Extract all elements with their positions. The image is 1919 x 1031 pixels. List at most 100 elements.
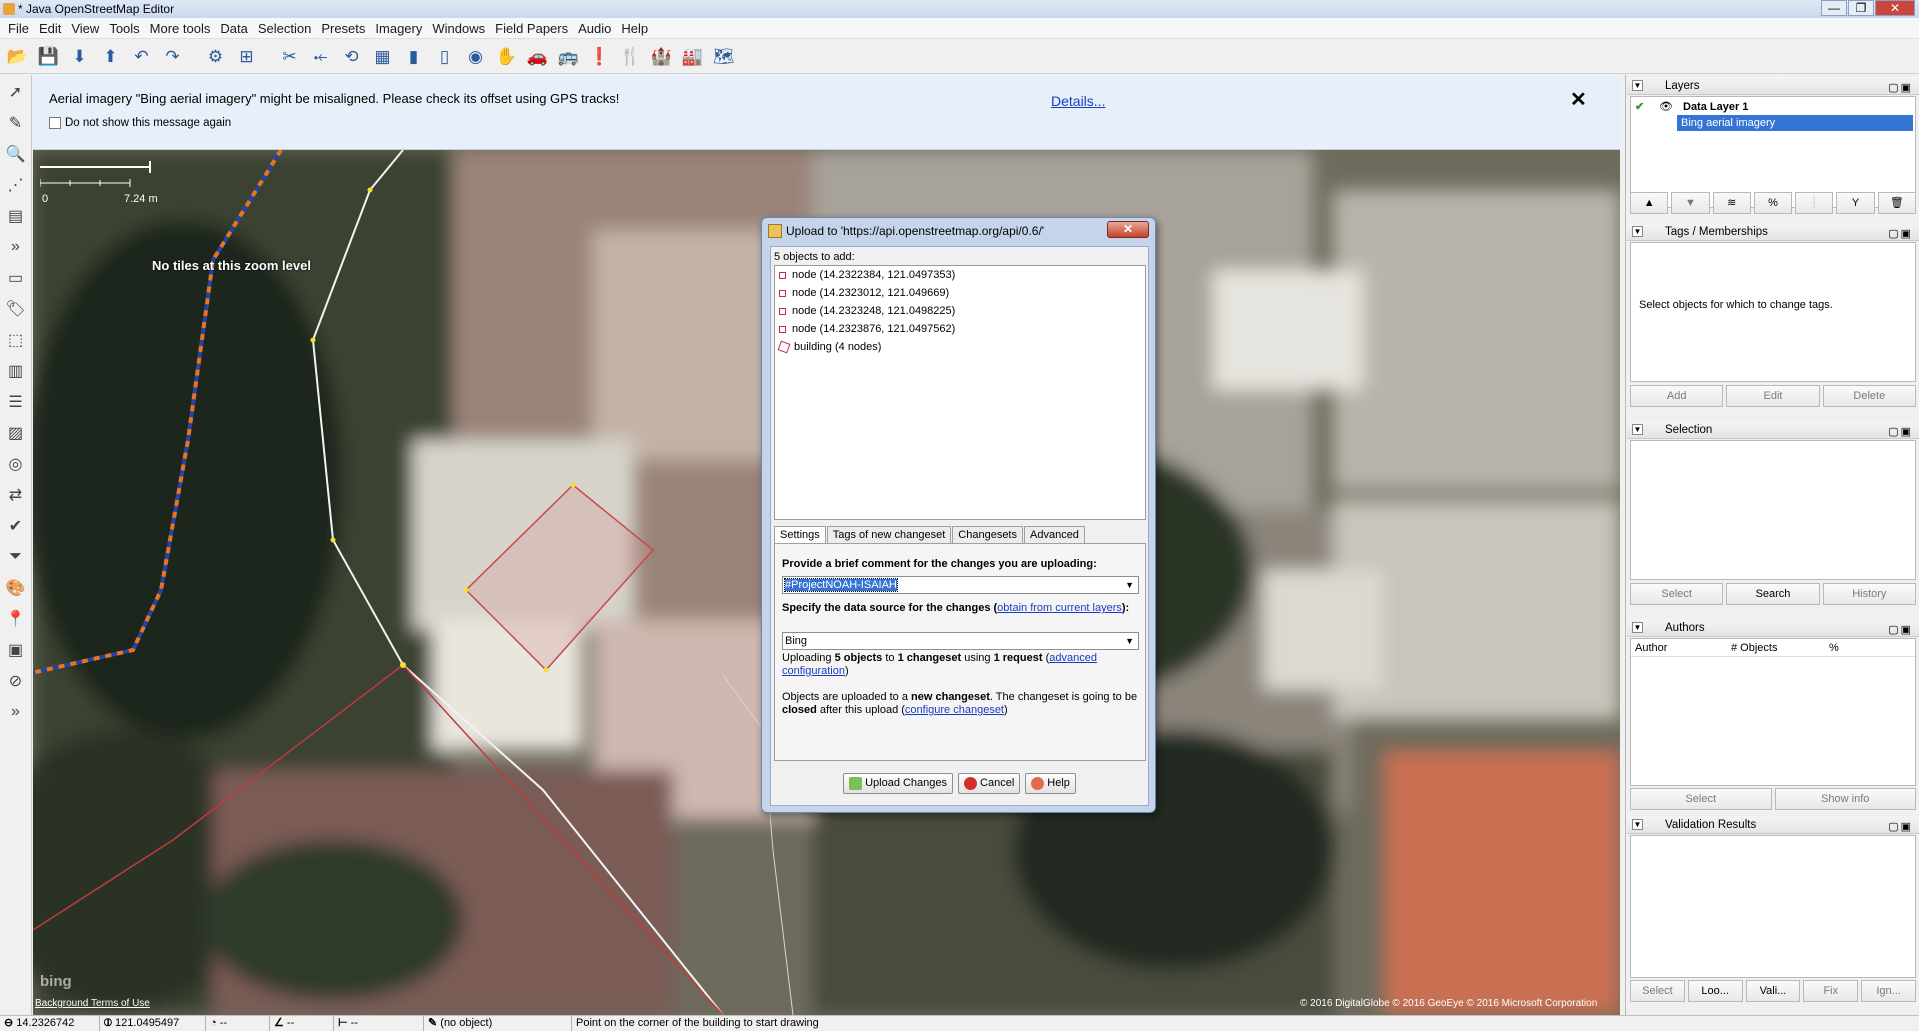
list-item[interactable]: node (14.2323248, 121.0498225) xyxy=(775,302,1145,320)
toggle-map-style-icon[interactable]: 🎨 xyxy=(3,575,29,601)
reverse-way-icon[interactable]: ⟲ xyxy=(338,43,365,70)
hand-icon[interactable]: ✋ xyxy=(493,43,520,70)
castle-icon[interactable]: 🏰 xyxy=(648,43,675,70)
minimize-button[interactable]: — xyxy=(1821,0,1847,16)
download-icon[interactable]: ⬇ xyxy=(66,43,93,70)
save-icon[interactable]: 💾 xyxy=(35,43,62,70)
panel-controls-icon[interactable]: ▢▣ xyxy=(1888,621,1913,639)
source-value[interactable]: Bing xyxy=(785,635,807,647)
merge-layer-button[interactable]: ≋ xyxy=(1712,192,1751,214)
menu-edit[interactable]: Edit xyxy=(34,21,66,36)
comment-value[interactable]: #ProjectNOAH-ISAIAH xyxy=(784,578,898,592)
details-link[interactable]: Details... xyxy=(1051,93,1105,109)
bus-icon[interactable]: 🚌 xyxy=(555,43,582,70)
chevron-down-icon[interactable]: ▼ xyxy=(1125,633,1134,649)
zoom-mode-icon[interactable]: 🔍 xyxy=(3,141,29,167)
add-tag-button[interactable]: Add xyxy=(1630,385,1724,407)
delete-layer-button[interactable]: 🗑 xyxy=(1877,192,1916,214)
menu-file[interactable]: File xyxy=(3,21,34,36)
draw-mode-icon[interactable]: ✎ xyxy=(3,110,29,136)
building-tool-icon[interactable]: ▮ xyxy=(400,43,427,70)
redo-icon[interactable]: ↷ xyxy=(159,43,186,70)
adjust-opacity-button[interactable]: % xyxy=(1753,192,1793,214)
chevron-down-icon[interactable]: ▼ xyxy=(1125,577,1134,593)
delete-tag-button[interactable]: Delete xyxy=(1822,385,1916,407)
collapse-icon[interactable]: ▼ xyxy=(1632,819,1643,830)
dialog-close-button[interactable]: ✕ xyxy=(1107,221,1149,238)
list-item[interactable]: building (4 nodes) xyxy=(775,338,1145,356)
validate-button[interactable]: Vali... xyxy=(1745,980,1801,1002)
background-terms-link[interactable]: Background Terms of Use xyxy=(35,998,150,1009)
improve-way-icon[interactable]: ⋰ xyxy=(3,172,29,198)
combine-way-icon[interactable]: ⤝ xyxy=(307,43,334,70)
menu-field-papers[interactable]: Field Papers xyxy=(490,21,573,36)
street-icon[interactable]: ▯ xyxy=(431,43,458,70)
panel-controls-icon[interactable]: ▢▣ xyxy=(1888,79,1913,97)
car-icon[interactable]: 🚗 xyxy=(524,43,551,70)
traffic-light-icon[interactable]: ◉ xyxy=(462,43,489,70)
preferences-icon[interactable]: ⚙ xyxy=(202,43,229,70)
menu-audio[interactable]: Audio xyxy=(573,21,616,36)
parallel-mode-icon[interactable]: ▤ xyxy=(3,203,29,229)
toggle-conflict-icon[interactable]: ⇄ xyxy=(3,482,29,508)
layer-row-data[interactable]: ✔ 👁 Data Layer 1 xyxy=(1633,99,1913,115)
menu-tools[interactable]: Tools xyxy=(104,21,144,36)
comment-combobox[interactable]: #ProjectNOAH-ISAIAH ▼ xyxy=(782,576,1139,594)
column-percent[interactable]: % xyxy=(1829,642,1839,654)
history-button[interactable]: History xyxy=(1822,583,1916,605)
validation-select-button[interactable]: Select xyxy=(1630,980,1685,1002)
column-objects[interactable]: # Objects xyxy=(1731,642,1777,654)
help-button[interactable]: Help xyxy=(1025,773,1076,794)
more-panels-icon[interactable]: » xyxy=(3,699,29,725)
menu-imagery[interactable]: Imagery xyxy=(370,21,427,36)
fix-button[interactable]: Fix xyxy=(1803,980,1859,1002)
split-way-icon[interactable]: ✂ xyxy=(276,43,303,70)
factory-icon[interactable]: 🏭 xyxy=(679,43,706,70)
upload-icon[interactable]: ⬆ xyxy=(97,43,124,70)
search-button[interactable]: Search xyxy=(1726,583,1820,605)
menu-help[interactable]: Help xyxy=(616,21,653,36)
obtain-source-link[interactable]: obtain from current layers xyxy=(997,602,1122,614)
show-info-button[interactable]: Show info xyxy=(1774,788,1916,810)
panel-controls-icon[interactable]: ▢▣ xyxy=(1888,818,1913,836)
move-up-button[interactable]: ▲ xyxy=(1630,192,1669,214)
layer-row-imagery[interactable]: Bing aerial imagery xyxy=(1677,115,1913,131)
menu-data[interactable]: Data xyxy=(215,21,252,36)
lookup-button[interactable]: Loo... xyxy=(1687,980,1743,1002)
menu-selection[interactable]: Selection xyxy=(253,21,316,36)
cancel-button[interactable]: Cancel xyxy=(958,773,1021,794)
list-item[interactable]: node (14.2322384, 121.0497353) xyxy=(775,266,1145,284)
collapse-icon[interactable]: ▼ xyxy=(1632,80,1643,91)
list-item[interactable]: node (14.2323012, 121.049669) xyxy=(775,284,1145,302)
menu-view[interactable]: View xyxy=(66,21,104,36)
checkbox-box[interactable] xyxy=(49,117,61,129)
toggle-history-icon[interactable]: ☰ xyxy=(3,389,29,415)
open-file-icon[interactable]: 📂 xyxy=(4,43,31,70)
map-tool-icon[interactable]: 🗺 xyxy=(710,43,737,70)
tab-advanced[interactable]: Advanced xyxy=(1024,526,1085,544)
panel-controls-icon[interactable]: ▢▣ xyxy=(1888,423,1913,441)
panel-controls-icon[interactable]: ▢▣ xyxy=(1888,225,1913,243)
menu-windows[interactable]: Windows xyxy=(427,21,490,36)
toggle-layers-icon[interactable]: ▭ xyxy=(3,265,29,291)
zoom-icon[interactable]: ⊞ xyxy=(233,43,260,70)
toggle-tags-icon[interactable]: 🏷 xyxy=(3,296,29,322)
dont-show-again-checkbox[interactable]: Do not show this message again xyxy=(49,117,231,129)
list-item[interactable]: node (14.2323876, 121.0497562) xyxy=(775,320,1145,338)
edit-tag-button[interactable]: Edit xyxy=(1726,385,1820,407)
toggle-map-paint-icon[interactable]: ▥ xyxy=(3,358,29,384)
toggle-notes-icon[interactable]: 📍 xyxy=(3,606,29,632)
configure-changeset-link[interactable]: configure changeset xyxy=(905,704,1004,716)
toggle-validation-icon[interactable]: ✔ xyxy=(3,513,29,539)
ignore-button[interactable]: Ign... xyxy=(1861,980,1916,1002)
close-banner-button[interactable]: ✕ xyxy=(1570,87,1587,112)
toggle-filter-icon[interactable]: ◎ xyxy=(3,451,29,477)
toggle-imagery-icon[interactable]: ▨ xyxy=(3,420,29,446)
source-combobox[interactable]: Bing ▼ xyxy=(782,632,1139,650)
maximize-button[interactable]: ❐ xyxy=(1848,0,1874,16)
filter-button[interactable]: Y xyxy=(1836,192,1875,214)
menu-more-tools[interactable]: More tools xyxy=(145,21,216,36)
undo-icon[interactable]: ↶ xyxy=(128,43,155,70)
more-modes-icon[interactable]: » xyxy=(3,234,29,260)
toggle-filter-funnel-icon[interactable]: ⏷ xyxy=(3,544,29,570)
